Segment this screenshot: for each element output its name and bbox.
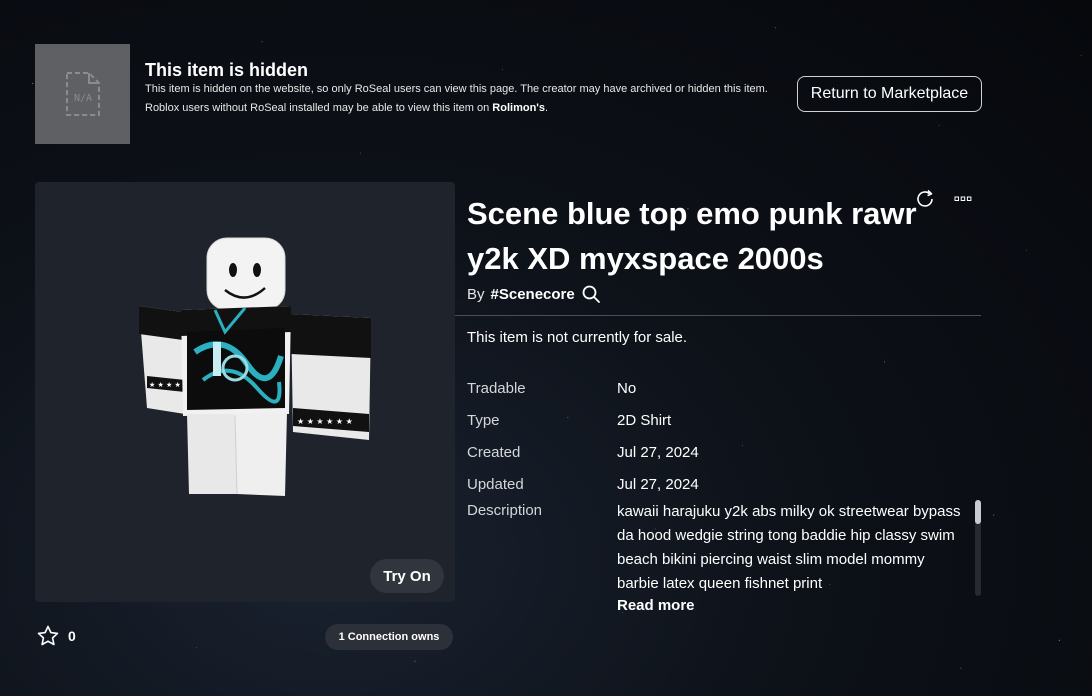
detail-row-description: Description kawaii harajuku y2k abs milk…	[467, 500, 977, 593]
banner-title: This item is hidden	[145, 60, 309, 80]
item-title: Scene blue top emo punk rawr y2k XD myxs…	[467, 196, 917, 276]
na-label: N/A	[73, 93, 91, 104]
star-icon[interactable]	[36, 624, 60, 648]
svg-text:★ ★ ★ ★: ★ ★ ★ ★	[149, 381, 181, 389]
na-thumbnail: N/A	[35, 44, 130, 144]
creator-by-label: By	[467, 285, 485, 303]
svg-text:★ ★ ★ ★ ★ ★: ★ ★ ★ ★ ★ ★	[297, 417, 353, 426]
detail-row-tradable: Tradable No	[467, 372, 977, 404]
search-icon[interactable]	[581, 284, 601, 304]
file-na-icon: N/A	[65, 72, 100, 116]
detail-value: Jul 27, 2024	[617, 443, 699, 461]
creator-link[interactable]: #Scenecore	[491, 286, 575, 303]
description-scrollbar[interactable]	[975, 500, 981, 596]
sale-status: This item is not currently for sale.	[467, 329, 688, 346]
banner-text: This item is hidden This item is hidden …	[145, 60, 795, 115]
try-on-button[interactable]: Try On	[370, 559, 444, 593]
detail-value: 2D Shirt	[617, 411, 672, 429]
banner-description: This item is hidden on the website, so o…	[145, 83, 768, 95]
read-more-link[interactable]: Read more	[617, 597, 695, 614]
item-thumbnail-panel: ★ ★ ★ ★ ★ ★ ★ ★ ★ ★ Try On	[35, 182, 455, 602]
detail-row-type: Type 2D Shirt	[467, 404, 977, 436]
favorite-control[interactable]: 0	[36, 624, 76, 648]
detail-label: Tradable	[467, 379, 526, 397]
more-icon[interactable]	[954, 196, 972, 202]
favorite-count: 0	[68, 628, 76, 644]
item-details: Tradable No Type 2D Shirt Created Jul 27…	[467, 372, 977, 593]
banner-note-prefix: Roblox users without RoSeal installed ma…	[145, 102, 493, 114]
detail-label: Created	[467, 443, 521, 461]
return-to-marketplace-button[interactable]: Return to Marketplace	[797, 76, 982, 112]
refresh-icon[interactable]	[914, 188, 936, 210]
creator-line: By #Scenecore	[467, 284, 601, 304]
detail-value: Jul 27, 2024	[617, 475, 699, 493]
avatar-shirt-preview: ★ ★ ★ ★ ★ ★ ★ ★ ★ ★	[139, 237, 371, 496]
banner-rolimons-note: Roblox users without RoSeal installed ma…	[145, 101, 795, 115]
banner-note-suffix: .	[545, 102, 549, 114]
description-scroll-area[interactable]: kawaii harajuku y2k abs milky ok streetw…	[617, 500, 967, 593]
detail-value: No	[617, 379, 637, 397]
hidden-item-banner: N/A This item is hidden This item is hid…	[35, 44, 990, 144]
detail-row-updated: Updated Jul 27, 2024	[467, 468, 977, 500]
description-scrollbar-thumb[interactable]	[975, 500, 981, 524]
rolimons-link[interactable]: Rolimon's	[492, 102, 545, 114]
connections-owned-badge[interactable]: 1 Connection owns	[325, 624, 453, 650]
description-text: kawaii harajuku y2k abs milky ok streetw…	[617, 503, 961, 592]
detail-label: Updated	[467, 475, 524, 493]
divider	[455, 315, 981, 316]
detail-row-created: Created Jul 27, 2024	[467, 436, 977, 468]
detail-label: Type	[467, 411, 500, 429]
description-label: Description	[467, 502, 543, 519]
item-actions	[914, 188, 972, 210]
